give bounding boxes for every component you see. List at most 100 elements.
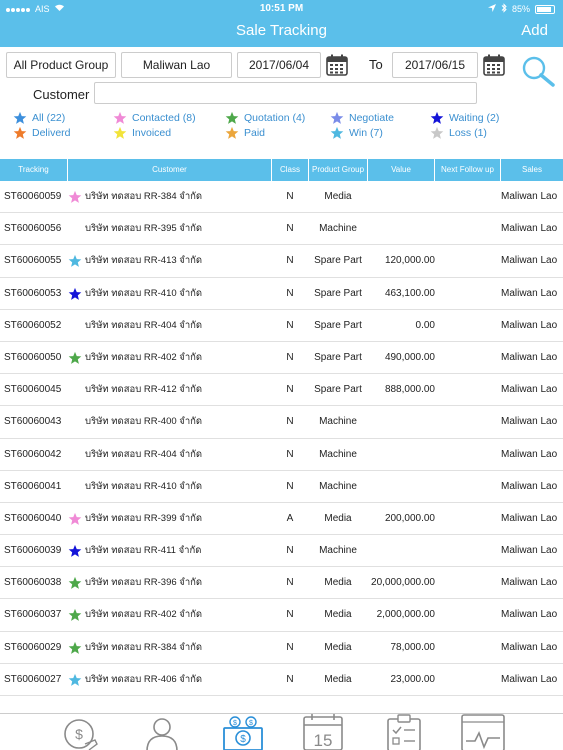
legend-label: Negotiate [349,112,394,124]
header-tracking[interactable]: Tracking [0,159,68,181]
person-icon [146,718,178,750]
cell-class: N [286,577,294,589]
svg-text:$: $ [249,720,253,727]
tab-money[interactable]: $ [55,714,105,750]
cell-class: N [286,545,294,557]
table-row[interactable]: ST60060050 บริษัท ทดสอบ RR-402 จำกัด N Spar… [0,342,563,375]
table-row[interactable]: ST60060043 บริษัท ทดสอบ RR-400 จำกัด N Mach… [0,406,563,439]
cell-value [368,181,435,213]
legend-item[interactable]: Deliverd [13,126,71,140]
table-row[interactable]: ST60060038 บริษัท ทดสอบ RR-396 จำกัด N Medi… [0,567,563,600]
table-row[interactable]: ST60060042 บริษัท ทดสอบ RR-404 จำกัด N Mach… [0,439,563,471]
legend-item[interactable]: Quotation (4) [225,111,305,125]
table-row[interactable]: ST60060059 บริษัท ทดสอบ RR-384 จำกัด N Medi… [0,181,563,214]
header-product-group[interactable]: Product Group [309,159,368,181]
cell-customer: บริษัท ทดสอบ RR-412 จำกัด [85,384,203,396]
legend-item[interactable]: Waiting (2) [430,111,499,125]
table-row[interactable]: ST60060052 บริษัท ทดสอบ RR-404 จำกัด N Spar… [0,310,563,342]
cell-value: 2,000,000.00 [376,609,435,621]
star-icon [430,126,444,139]
status-star-icon [68,641,82,655]
status-star-icon [68,576,82,590]
header-class[interactable]: Class [272,159,309,181]
bluetooth-icon [501,3,507,15]
legend-item[interactable]: Paid [225,126,265,140]
cell-sales: Maliwan Lao [501,512,558,524]
cell-customer: บริษัท ทดสอบ RR-410 จำกัด [85,287,203,299]
cell-product-group: Machine [319,223,357,235]
legend-label: Deliverd [32,127,71,139]
legend-item[interactable]: Contacted (8) [113,111,196,125]
date-from-calendar-icon[interactable] [326,54,348,76]
header-next-follow-up[interactable]: Next Follow up [435,159,501,181]
customer-input[interactable] [94,82,477,104]
table-row[interactable]: ST60060045 บริษัท ทดสอบ RR-412 จำกัด N Spar… [0,374,563,407]
table-row[interactable]: ST60060029 บริษัท ทดสอบ RR-384 จำกัด N Medi… [0,632,563,664]
cell-customer: บริษัท ทดสอบ RR-399 จำกัด [85,512,203,524]
legend-label: All (22) [32,112,66,124]
table-body: ST60060059 บริษัท ทดสอบ RR-384 จำกัด N Medi… [0,181,563,696]
cell-value: 78,000.00 [390,641,436,653]
svg-text:$: $ [75,726,83,742]
date-to-field[interactable]: 2017/06/15 [392,52,478,78]
cell-value: 23,000.00 [390,673,436,685]
date-to-calendar-icon[interactable] [483,54,505,76]
cell-product-group: Spare Part [314,384,362,396]
legend-item[interactable]: Win (7) [330,126,383,140]
tab-reports[interactable] [458,714,508,750]
money-hand-icon: $ [64,719,98,750]
cell-tracking: ST60060059 [4,191,62,202]
cell-value [368,471,435,503]
add-button[interactable]: Add [521,22,548,39]
legend-item[interactable]: All (22) [13,111,65,125]
date-from-field[interactable]: 2017/06/04 [237,52,321,78]
status-bar: AIS 10:51 PM 85% [0,0,563,18]
cell-sales: Maliwan Lao [501,641,558,653]
header-customer[interactable]: Customer [68,159,272,181]
table-row[interactable]: ST60060027 บริษัท ทดสอบ RR-406 จำกัด N Medi… [0,664,563,696]
cell-customer: บริษัท ทดสอบ RR-384 จำกัด [85,641,203,653]
search-icon[interactable] [519,54,557,88]
tab-sale-tracking[interactable]: $ $ $ [218,714,268,750]
cell-sales: Maliwan Lao [501,577,558,589]
cell-sales: Maliwan Lao [501,480,558,492]
star-icon [330,126,344,139]
cell-product-group: Media [324,641,352,653]
to-label: To [369,57,383,72]
table-row[interactable]: ST60060053 บริษัท ทดสอบ RR-410 จำกัด N Spar… [0,278,563,310]
tab-bar: $ $ $ $ 15 [0,713,563,750]
cell-class: N [286,319,294,331]
cell-class: N [286,480,294,492]
cell-sales: Maliwan Lao [501,545,558,557]
table-row[interactable]: ST60060039 บริษัท ทดสอบ RR-411 จำกัด N Mach… [0,535,563,568]
table-row[interactable]: ST60060037 บริษัท ทดสอบ RR-402 จำกัด N Medi… [0,599,563,632]
header-value[interactable]: Value [368,159,435,181]
tab-customer[interactable] [137,714,187,750]
table-row[interactable]: ST60060056 บริษัท ทดสอบ RR-395 จำกัด N Mach… [0,213,563,246]
star-icon [68,190,82,203]
product-group-select[interactable]: All Product Group [6,52,116,78]
star-icon [225,126,239,139]
status-star-icon [68,287,82,301]
legend-item[interactable]: Loss (1) [430,126,487,140]
table-row[interactable]: ST60060055 บริษัท ทดสอบ RR-413 จำกัด N Spar… [0,245,563,278]
table-row[interactable]: ST60060040 บริษัท ทดสอบ RR-399 จำกัด A Medi… [0,503,563,536]
status-star-icon [68,608,82,622]
table-row[interactable]: ST60060041 บริษัท ทดสอบ RR-410 จำกัด N Mach… [0,471,563,503]
sales-person-select[interactable]: Maliwan Lao [121,52,232,78]
cell-tracking: ST60060029 [4,641,62,653]
checklist-icon [387,714,421,750]
legend-item[interactable]: Negotiate [330,111,394,125]
cell-customer: บริษัท ทดสอบ RR-411 จำกัด [85,545,202,557]
header-sales[interactable]: Sales [501,159,563,181]
svg-text:$: $ [233,720,237,727]
tab-checklist[interactable] [379,714,429,750]
cell-sales: Maliwan Lao [501,609,558,621]
cell-product-group: Spare Part [314,255,362,267]
calendar-day-label: 15 [314,731,333,750]
tab-calendar[interactable]: 15 [298,714,348,750]
legend-item[interactable]: Invoiced [113,126,171,140]
cell-product-group: Media [324,673,352,685]
cell-class: N [286,448,294,460]
cell-sales: Maliwan Lao [501,351,558,363]
